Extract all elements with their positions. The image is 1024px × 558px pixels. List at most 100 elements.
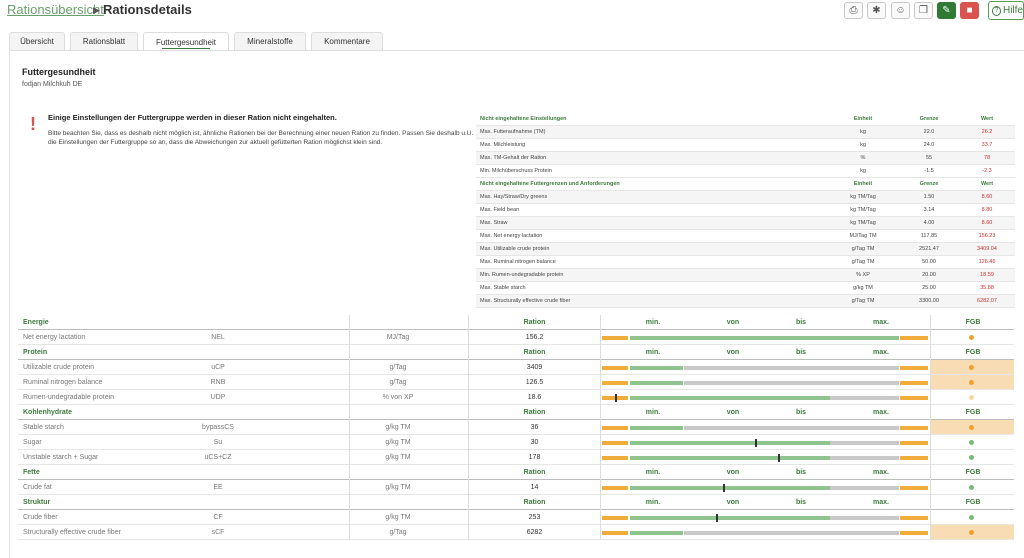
row-ration-value: 6282 bbox=[526, 528, 543, 536]
row-unit: g/Tag bbox=[389, 378, 407, 386]
von-col-label: von bbox=[726, 348, 740, 356]
range-segment bbox=[683, 531, 899, 535]
tab-futtergesundheit[interactable]: Futtergesundheit bbox=[143, 32, 229, 51]
max-col-label: max. bbox=[873, 498, 889, 506]
range-bar bbox=[602, 394, 928, 402]
value-marker bbox=[755, 439, 758, 447]
bis-col-label: bis bbox=[795, 348, 807, 356]
row-unit: kg TM/Tag bbox=[850, 220, 876, 226]
table-row[interactable]: Stable starch bypassCS g/kg TM 36 bbox=[18, 420, 1014, 435]
row-unit: % von XP bbox=[382, 393, 414, 401]
edit-button[interactable]: ✎ bbox=[937, 2, 956, 19]
row-name: Stable starch bbox=[23, 423, 64, 431]
row-value: 8.60 bbox=[981, 220, 993, 226]
table-row[interactable]: Unstable starch + Sugar uCS+CZ g/kg TM 178 bbox=[18, 450, 1014, 465]
share-button[interactable]: ✱ bbox=[867, 2, 886, 19]
row-abbreviation: UDP bbox=[210, 393, 226, 401]
header-unit: Einheit bbox=[853, 181, 873, 187]
von-col-label: von bbox=[726, 408, 740, 416]
panel-border bbox=[9, 50, 10, 558]
range-segment bbox=[629, 381, 684, 385]
row-name: Max. Ruminal nitrogen balance bbox=[480, 259, 556, 265]
row-abbreviation: NEL bbox=[211, 333, 225, 341]
range-bar bbox=[602, 426, 928, 430]
edit-icon: ✎ bbox=[942, 5, 951, 16]
tab-label: Kommentare bbox=[324, 37, 370, 46]
tab-rationsblatt[interactable]: Rationsblatt bbox=[70, 32, 138, 50]
value-marker bbox=[716, 514, 719, 522]
row-limit: 117.85 bbox=[920, 233, 938, 239]
range-segment bbox=[830, 456, 899, 460]
range-segment bbox=[602, 516, 629, 520]
tab-uebersicht[interactable]: Übersicht bbox=[9, 32, 65, 50]
row-name: Max. Utilizable crude protein bbox=[480, 246, 550, 252]
row-name: Max. Milchleistung bbox=[480, 142, 526, 148]
row-abbreviation: EE bbox=[213, 483, 223, 491]
warning-text: Bitte beachten Sie, dass es deshalb nich… bbox=[48, 130, 474, 146]
range-segment bbox=[602, 366, 629, 370]
table-row[interactable]: Utilizable crude protein uCP g/Tag 3409 bbox=[18, 360, 1014, 375]
fgb-col-label: FGB bbox=[965, 468, 981, 476]
status-dot-icon bbox=[969, 365, 974, 370]
table-row[interactable]: Net energy lactation NEL MJ/Tag 156.2 bbox=[18, 330, 1014, 345]
row-name: Max. Stable starch bbox=[480, 285, 526, 291]
header-value: Wert bbox=[980, 116, 994, 122]
group-title: Energie bbox=[23, 318, 49, 326]
tab-label: Futtergesundheit bbox=[155, 37, 217, 47]
group-header-row: Kohlenhydrate Ration min. von bis max. FGB bbox=[18, 405, 1014, 420]
row-value: 26.2 bbox=[981, 129, 993, 135]
range-segment bbox=[629, 366, 684, 370]
row-abbreviation: bypassCS bbox=[202, 423, 234, 431]
tab-divider bbox=[9, 50, 1024, 51]
table-row[interactable]: Rumen-undegradable protein UDP % von XP 18.… bbox=[18, 390, 1014, 405]
help-icon: ? bbox=[992, 5, 1001, 16]
von-col-label: von bbox=[726, 318, 740, 326]
row-value: -2.3 bbox=[982, 168, 992, 174]
table-row[interactable]: Crude fiber CF g/kg TM 253 bbox=[18, 510, 1014, 525]
status-dot-icon bbox=[969, 440, 974, 445]
table-row[interactable]: Structurally effective crude fiber sCF g/T… bbox=[18, 525, 1014, 540]
range-segment bbox=[683, 366, 899, 370]
tab-mineralstoffe[interactable]: Mineralstoffe bbox=[234, 32, 306, 50]
range-segment bbox=[900, 396, 928, 400]
range-segment bbox=[830, 396, 899, 400]
print-button[interactable]: ⎙ bbox=[844, 2, 863, 19]
range-bar bbox=[602, 484, 928, 492]
group-title: Struktur bbox=[23, 498, 51, 506]
row-limit: 55 bbox=[925, 155, 933, 161]
row-name: Crude fiber bbox=[23, 513, 58, 521]
delete-icon: ■ bbox=[966, 5, 973, 16]
ration-col-label: Ration bbox=[523, 468, 546, 476]
range-segment bbox=[900, 441, 928, 445]
help-button[interactable]: ? Hilfe bbox=[988, 1, 1024, 20]
breadcrumb-parent-link[interactable]: Rationsübersicht bbox=[7, 2, 104, 17]
ration-col-label: Ration bbox=[523, 348, 546, 356]
range-segment bbox=[629, 426, 684, 430]
range-segment bbox=[629, 336, 899, 340]
row-ration-value: 30 bbox=[530, 438, 539, 446]
row-value: 78 bbox=[983, 155, 991, 161]
column-divider bbox=[600, 315, 601, 540]
row-unit: MJ/Tag bbox=[386, 333, 410, 341]
row-value: 35.88 bbox=[980, 285, 994, 291]
bis-col-label: bis bbox=[795, 318, 807, 326]
row-name: Utilizable crude protein bbox=[23, 363, 95, 371]
row-limit: 3.14 bbox=[923, 207, 935, 213]
status-dot-icon bbox=[969, 485, 974, 490]
table-row[interactable]: Crude fat EE g/kg TM 14 bbox=[18, 480, 1014, 495]
table-row[interactable]: Sugar Su g/kg TM 30 bbox=[18, 435, 1014, 450]
tab-kommentare[interactable]: Kommentare bbox=[311, 32, 383, 50]
group-header-row: Struktur Ration min. von bis max. FGB bbox=[18, 495, 1014, 510]
copy-button[interactable]: ❐ bbox=[914, 2, 933, 19]
row-unit: g/Tag bbox=[389, 363, 407, 371]
row-name: Sugar bbox=[23, 438, 42, 446]
group-button[interactable]: ☺ bbox=[891, 2, 910, 19]
table-row[interactable]: Ruminal nitrogen balance RNB g/Tag 126.5 bbox=[18, 375, 1014, 390]
group-header-row: Protein Ration min. von bis max. FGB bbox=[18, 345, 1014, 360]
row-name: Max. Futteraufnahme (TM) bbox=[480, 129, 546, 135]
table-row: Min. Milchüberschuss Protein kg -1.5 -2.3 bbox=[476, 165, 1015, 178]
delete-button[interactable]: ■ bbox=[960, 2, 979, 19]
row-unit: g/Tag TM bbox=[851, 246, 875, 252]
row-unit: g/kg TM bbox=[385, 453, 411, 461]
status-dot-icon bbox=[969, 530, 974, 535]
